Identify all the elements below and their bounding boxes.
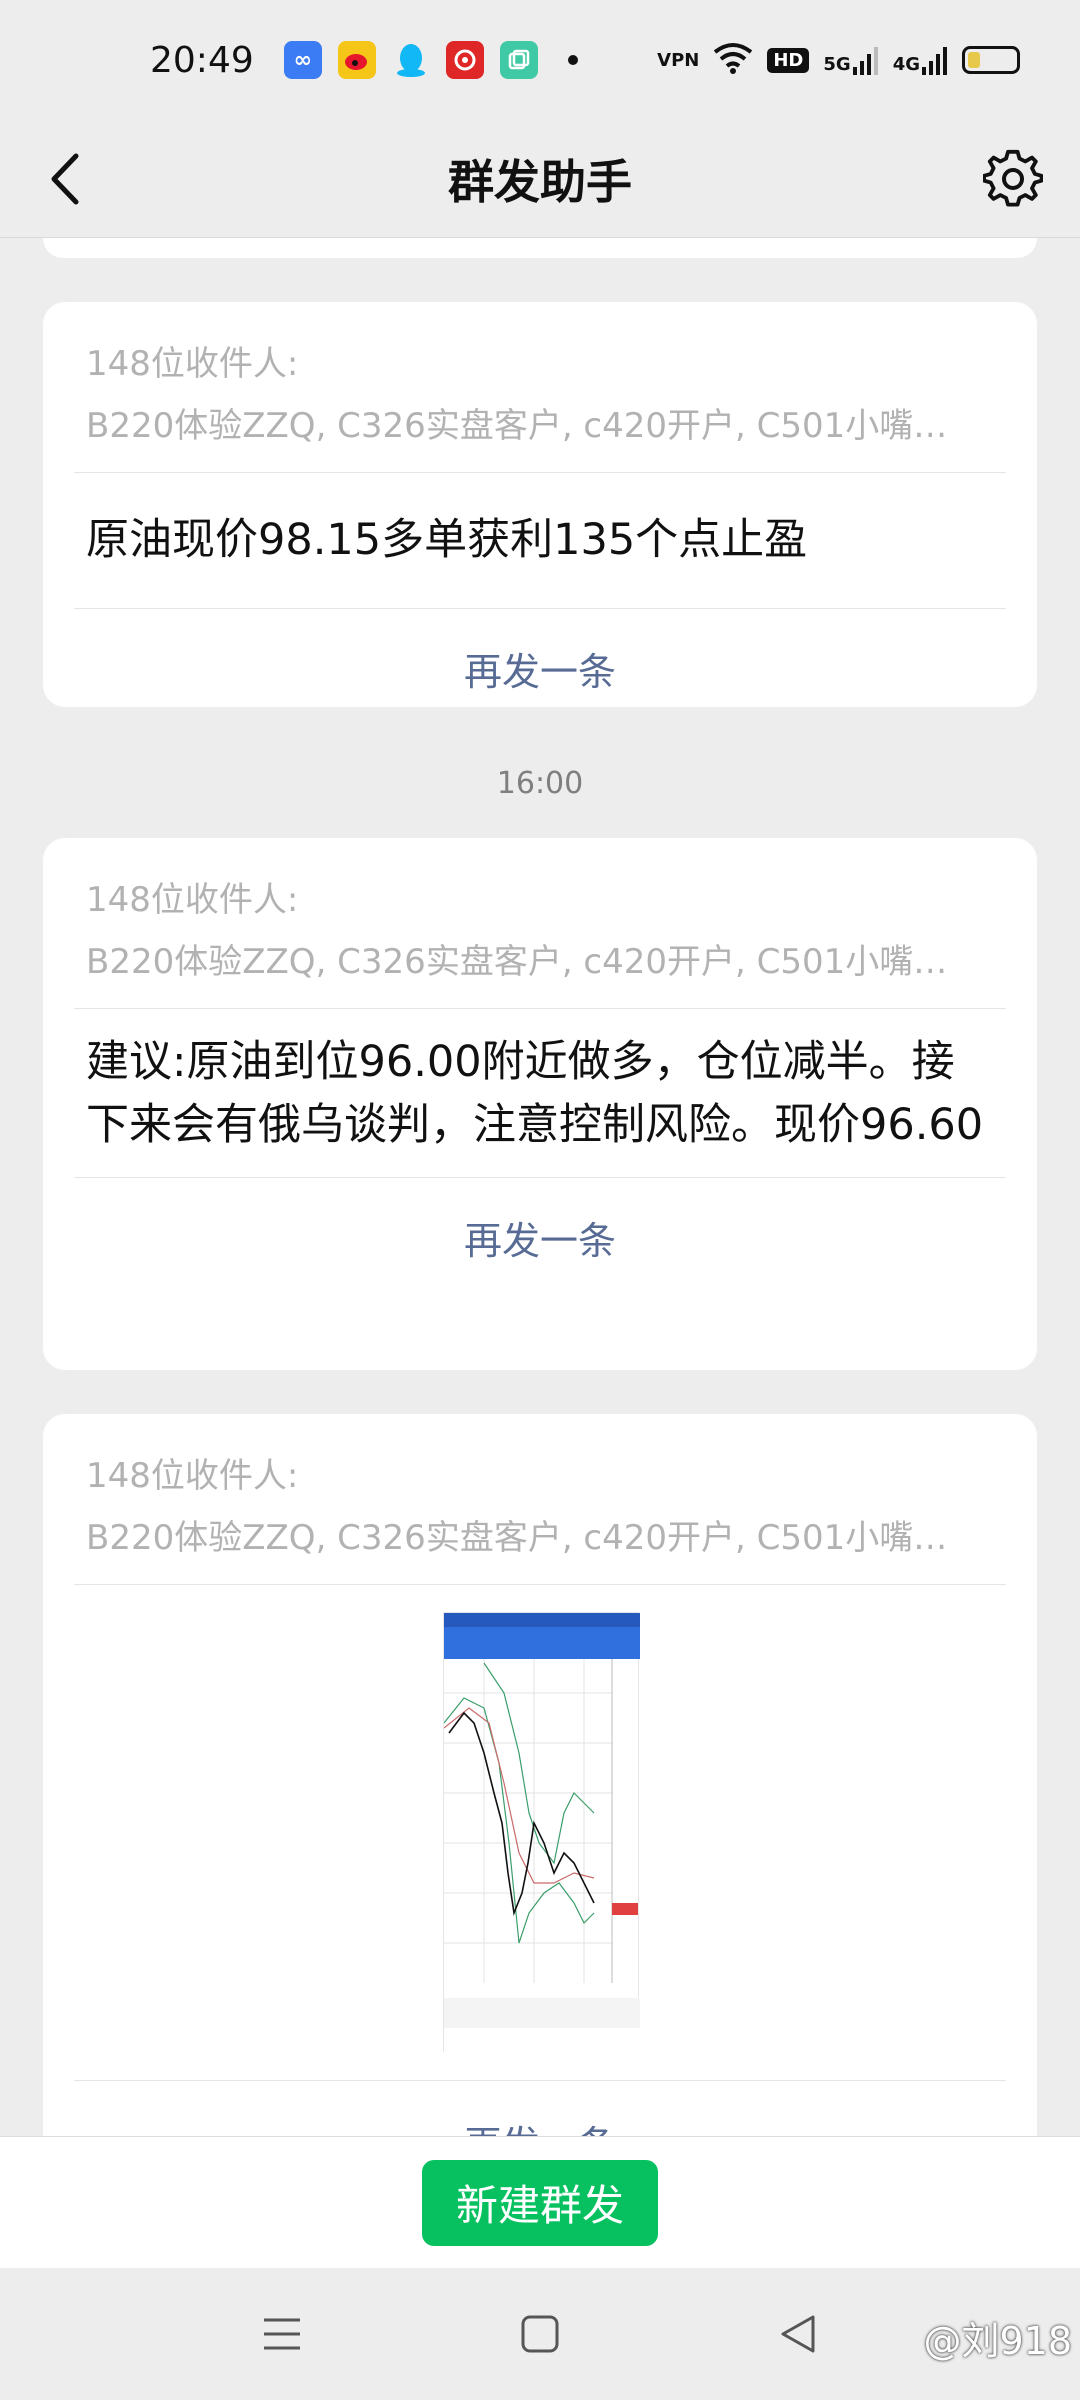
message-text: 建议:原油到位96.00附近做多，仓位减半。接下来会有俄乌谈判，注意控制风险。现…	[86, 1037, 984, 1150]
system-nav-bar: @刘918	[0, 2268, 1080, 2400]
recipients-section[interactable]: 148位收件人: B220体验ZZQ, C326实盘客户, c420开户, C5…	[43, 302, 1037, 450]
trading-chart-image[interactable]	[443, 1612, 640, 2053]
divider	[74, 1584, 1006, 1585]
settings-button[interactable]	[976, 142, 1050, 216]
previous-message-card	[43, 238, 1037, 258]
message-card: 148位收件人: B220体验ZZQ, C326实盘客户, c420开户, C5…	[43, 302, 1037, 707]
recipients-names: B220体验ZZQ, C326实盘客户, c420开户, C501小嘴…	[86, 1518, 948, 1558]
battery-icon	[962, 46, 1020, 74]
more-notifications-dot	[567, 55, 578, 65]
nav-bar: 群发助手	[0, 120, 1080, 238]
gear-icon	[983, 149, 1043, 207]
infinity-app-icon: ∞	[283, 41, 322, 79]
page-title: 群发助手	[448, 154, 632, 209]
menu-icon	[264, 2318, 300, 2350]
status-time: 20:49	[150, 39, 254, 81]
status-bar: 20:49 ∞ VPN HD 5G 4G	[0, 0, 1080, 120]
chart-thumbnail-graphic	[443, 1613, 640, 2053]
netease-music-icon	[445, 41, 484, 79]
recipients-names: B220体验ZZQ, C326实盘客户, c420开户, C501小嘴…	[86, 942, 948, 982]
recipients-section[interactable]: 148位收件人: B220体验ZZQ, C326实盘客户, c420开户, C5…	[43, 1414, 1037, 1562]
back-nav-button[interactable]	[768, 2304, 828, 2364]
message-list[interactable]: 148位收件人: B220体验ZZQ, C326实盘客户, c420开户, C5…	[0, 238, 1080, 2136]
triangle-back-icon	[781, 2315, 815, 2353]
weibo-icon	[337, 41, 376, 79]
recipients-count: 148位收件人:	[86, 880, 299, 920]
square-icon	[521, 2315, 559, 2353]
menu-nav-button[interactable]	[252, 2304, 312, 2364]
divider	[74, 2080, 1006, 2081]
chevron-left-icon	[51, 153, 79, 205]
resend-button[interactable]: 再发一条	[43, 609, 1037, 696]
message-timestamp: 16:00	[496, 766, 584, 801]
hd-icon: HD	[767, 47, 810, 73]
message-card: 148位收件人: B220体验ZZQ, C326实盘客户, c420开户, C5…	[43, 1414, 1037, 2136]
recipients-count: 148位收件人:	[86, 344, 299, 384]
signal-5g-icon: 5G	[823, 45, 878, 75]
message-text: 原油现价98.15多单获利135个点止盈	[86, 515, 808, 565]
bottom-action-bar: 新建群发	[0, 2136, 1080, 2268]
app-screen: 20:49 ∞ VPN HD 5G 4G 群发助手 148位收件人: B220体…	[0, 0, 1080, 2400]
recipients-section[interactable]: 148位收件人: B220体验ZZQ, C326实盘客户, c420开户, C5…	[43, 838, 1037, 986]
watermark: @刘918	[923, 2319, 1072, 2363]
back-button[interactable]	[30, 144, 100, 214]
message-card: 148位收件人: B220体验ZZQ, C326实盘客户, c420开户, C5…	[43, 838, 1037, 1370]
resend-button[interactable]: 再发一条	[43, 1178, 1037, 1265]
new-broadcast-button[interactable]: 新建群发	[422, 2159, 658, 2246]
recipients-count: 148位收件人:	[86, 1456, 299, 1496]
gallery-app-icon	[499, 41, 538, 79]
recipients-names: B220体验ZZQ, C326实盘客户, c420开户, C501小嘴…	[86, 406, 948, 446]
signal-4g-icon: 4G	[893, 45, 948, 75]
resend-button[interactable]: 再发一条	[43, 2114, 1037, 2136]
wifi-icon	[713, 42, 753, 78]
vpn-icon: VPN	[657, 49, 700, 71]
status-indicators: VPN HD 5G 4G	[657, 42, 1020, 78]
notification-icons: ∞	[283, 41, 578, 79]
qq-icon	[392, 41, 430, 79]
home-nav-button[interactable]	[510, 2304, 570, 2364]
